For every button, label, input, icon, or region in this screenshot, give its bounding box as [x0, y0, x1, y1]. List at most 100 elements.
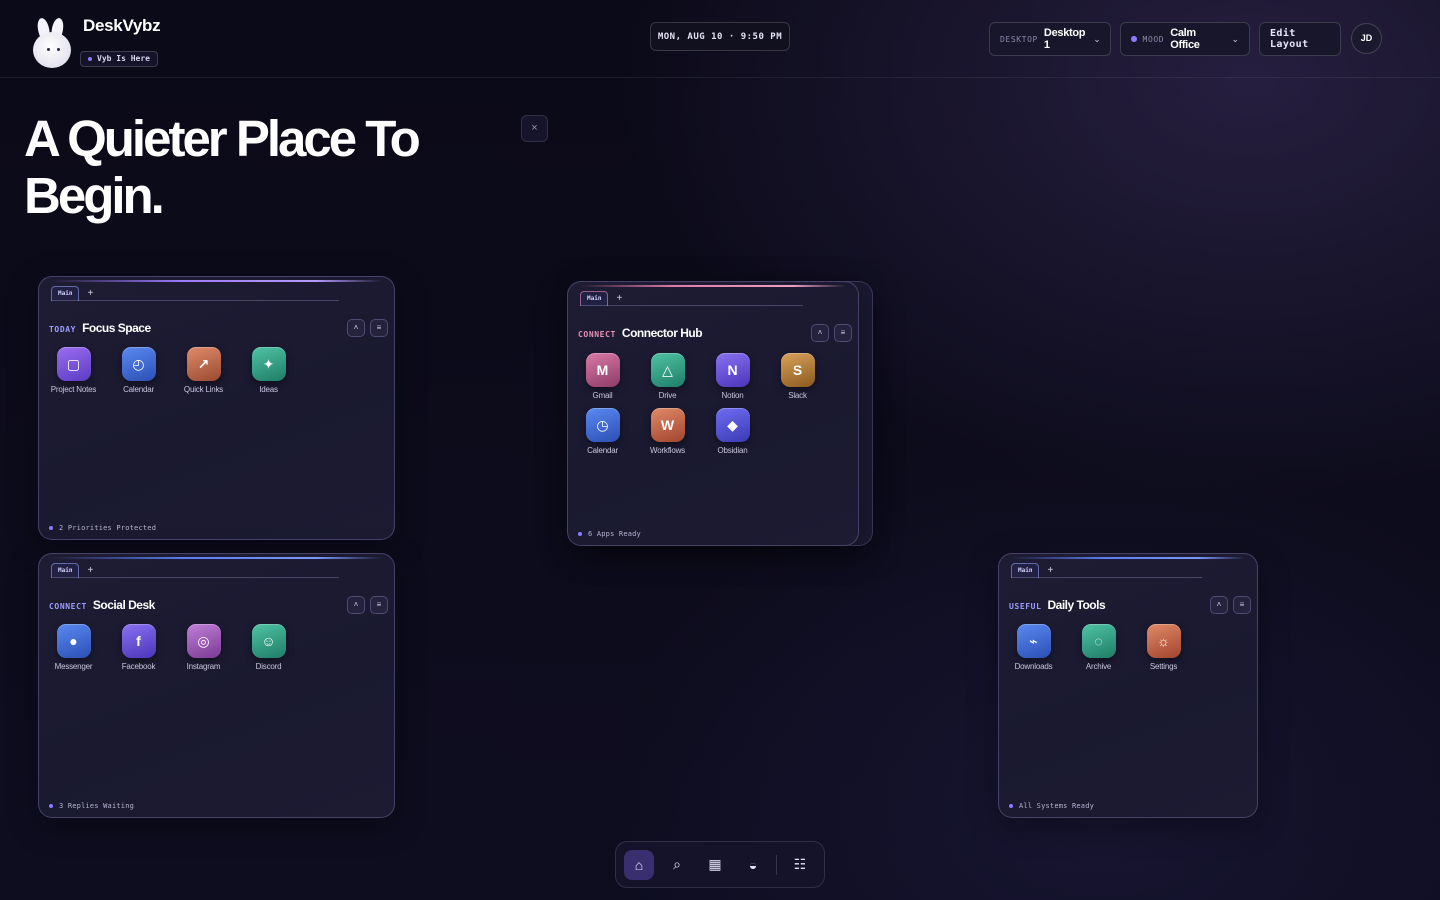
collapse-icon[interactable]: ˄ [347, 596, 365, 614]
chevron-down-icon: ⌄ [1231, 33, 1239, 44]
app-obsidian[interactable]: ◆ Obsidian [700, 408, 765, 455]
widget-footer-text: 2 Priorities Protected [59, 524, 157, 532]
link-icon: ↗ [186, 347, 221, 381]
widget-header: TODAY Focus Space [49, 321, 151, 335]
app-ideas[interactable]: ✦ Ideas [236, 347, 301, 394]
menu-icon[interactable]: ≡ [1233, 596, 1251, 614]
tab-main[interactable]: Main [580, 291, 609, 306]
tab-divider [51, 300, 339, 301]
widget-accent-line [1011, 557, 1245, 559]
tab-main[interactable]: Main [51, 563, 80, 578]
sparkle-icon: ✦ [251, 347, 286, 381]
app-label: Settings [1149, 662, 1178, 671]
list-icon[interactable]: ☷ [785, 850, 815, 880]
app-label: Facebook [121, 662, 156, 671]
app-quick-links[interactable]: ↗ Quick Links [171, 347, 236, 394]
clock: MON, AUG 10 · 9:50 PM [650, 22, 790, 51]
menu-icon[interactable]: ≡ [370, 319, 388, 337]
widget-daily-tools[interactable]: Main + USEFUL Daily Tools ˄ ≡ ⌁ Download… [998, 553, 1258, 818]
app-gmail[interactable]: M Gmail [570, 353, 635, 400]
app-discord[interactable]: ☺ Discord [236, 624, 301, 671]
grid-icon[interactable]: ▦ [700, 850, 730, 880]
widget-footer: 3 Replies Waiting [49, 802, 134, 810]
download-icon: ⌁ [1016, 624, 1051, 658]
app-label: Slack [788, 391, 807, 400]
app-label: Discord [255, 662, 282, 671]
mood-label: MOOD [1142, 34, 1165, 44]
app-messenger[interactable]: ● Messenger [41, 624, 106, 671]
tab-divider [580, 305, 803, 306]
desktop-selector[interactable]: DESKTOP Desktop 1 ⌄ [989, 22, 1111, 56]
tab-main[interactable]: Main [51, 286, 80, 301]
tab-main[interactable]: Main [1011, 563, 1040, 578]
facebook-icon: f [121, 624, 156, 658]
app-facebook[interactable]: f Facebook [106, 624, 171, 671]
app-grid: ● Messenger f Facebook ◎ Instagram ☺ Dis… [41, 624, 301, 671]
app-calendar[interactable]: ◷ Calendar [570, 408, 635, 455]
app-slack[interactable]: S Slack [765, 353, 830, 400]
edit-layout-button[interactable]: Edit Layout [1259, 22, 1341, 56]
home-icon[interactable]: ⌂ [624, 849, 654, 880]
widget-footer-text: 3 Replies Waiting [59, 802, 135, 810]
add-tab-icon[interactable]: + [87, 287, 93, 301]
app-grid: ⌁ Downloads ◌ Archive ☼ Settings [1001, 624, 1257, 671]
app-notion[interactable]: N Notion [700, 353, 765, 400]
collapse-icon[interactable]: ˄ [347, 319, 365, 337]
theme-icon[interactable]: ◒ [738, 850, 768, 880]
menu-icon[interactable]: ≡ [834, 324, 852, 342]
status-badge: Vyb Is Here [80, 51, 158, 67]
avatar[interactable]: JD [1351, 23, 1382, 54]
calendar-icon: ◴ [121, 347, 156, 381]
drive-icon: △ [650, 353, 685, 387]
mood-selector[interactable]: MOOD Calm Office ⌄ [1120, 22, 1250, 56]
gmail-icon: M [585, 353, 620, 387]
mood-dot-icon [1131, 36, 1137, 42]
gear-icon: ☼ [1146, 624, 1181, 658]
menu-icon[interactable]: ≡ [370, 596, 388, 614]
widget-kicker: CONNECT [578, 330, 616, 339]
app-settings[interactable]: ☼ Settings [1131, 624, 1196, 671]
app-label: Downloads [1014, 662, 1053, 671]
note-icon: ▢ [56, 347, 91, 381]
instagram-icon: ◎ [186, 624, 221, 658]
top-bar: DeskVybz Vyb Is Here MON, AUG 10 · 9:50 … [0, 0, 1440, 78]
status-dot-icon [49, 526, 53, 530]
app-label: Calendar [587, 446, 618, 455]
status-dot-icon [578, 532, 582, 536]
app-calendar[interactable]: ◴ Calendar [106, 347, 171, 394]
widget-kicker: TODAY [49, 325, 77, 334]
widget-title: Focus Space [82, 321, 151, 335]
widget-title: Daily Tools [1047, 598, 1106, 612]
add-tab-icon[interactable]: + [87, 564, 93, 578]
app-label: Ideas [259, 385, 278, 394]
widget-footer-text: All Systems Ready [1019, 802, 1095, 810]
widget-accent-line [51, 280, 382, 282]
collapse-icon[interactable]: ˄ [1210, 596, 1228, 614]
collapse-icon[interactable]: ˄ [811, 324, 829, 342]
widget-kicker: USEFUL [1009, 602, 1042, 611]
app-instagram[interactable]: ◎ Instagram [171, 624, 236, 671]
app-label: Instagram [186, 662, 221, 671]
widget-tabs: Main + [51, 562, 93, 578]
widget-connector-hub[interactable]: Main + CONNECT Connector Hub ˄ ≡ M Gmail… [567, 281, 859, 546]
app-project-notes[interactable]: ▢ Project Notes [41, 347, 106, 394]
app-label: Project Notes [50, 385, 97, 394]
app-archive[interactable]: ◌ Archive [1066, 624, 1131, 671]
add-tab-icon[interactable]: + [616, 292, 622, 306]
discord-icon: ☺ [251, 624, 286, 658]
app-drive[interactable]: △ Drive [635, 353, 700, 400]
widget-footer-text: 6 Apps Ready [588, 530, 641, 538]
widget-focus-space[interactable]: Main + TODAY Focus Space ˄ ≡ ▢ Project N… [38, 276, 395, 540]
search-icon[interactable]: ⌕ [662, 850, 692, 880]
widget-social-desk[interactable]: Main + CONNECT Social Desk ˄ ≡ ● Messeng… [38, 553, 395, 818]
widget-accent-line [580, 285, 846, 287]
app-workflows[interactable]: W Workflows [635, 408, 700, 455]
app-downloads[interactable]: ⌁ Downloads [1001, 624, 1066, 671]
close-icon[interactable]: × [521, 115, 548, 142]
tab-divider [51, 577, 339, 578]
add-tab-icon[interactable]: + [1047, 564, 1053, 578]
bunny-logo-icon[interactable] [30, 17, 76, 70]
brand-name: DeskVybz [83, 16, 161, 35]
edit-layout-label: Edit Layout [1270, 28, 1309, 50]
notion-icon: N [715, 353, 750, 387]
